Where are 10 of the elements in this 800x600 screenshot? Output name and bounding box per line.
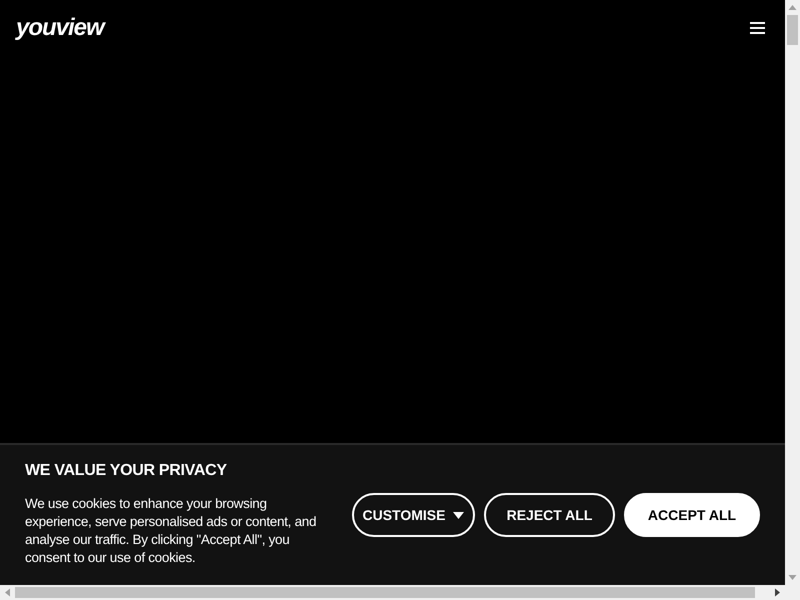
banner-title: WE VALUE YOUR PRIVACY xyxy=(25,461,228,481)
menu-icon[interactable] xyxy=(750,22,765,34)
customise-button[interactable]: CUSTOMISE xyxy=(352,493,475,537)
reject-button[interactable]: REJECT ALL xyxy=(484,493,615,537)
logo[interactable]: youview xyxy=(16,10,104,46)
banner-text: We use cookies to enhance your browsing experience, serve personalised ads or content, and analyse our traffic. By clicking "Accept All", you consent to our use of cookies. xyxy=(25,495,318,567)
accept-button[interactable]: ACCEPT ALL xyxy=(624,493,760,537)
scroll-thumb[interactable] xyxy=(15,587,755,598)
caret-icon xyxy=(453,512,464,518)
scroll-thumb[interactable] xyxy=(787,15,798,45)
